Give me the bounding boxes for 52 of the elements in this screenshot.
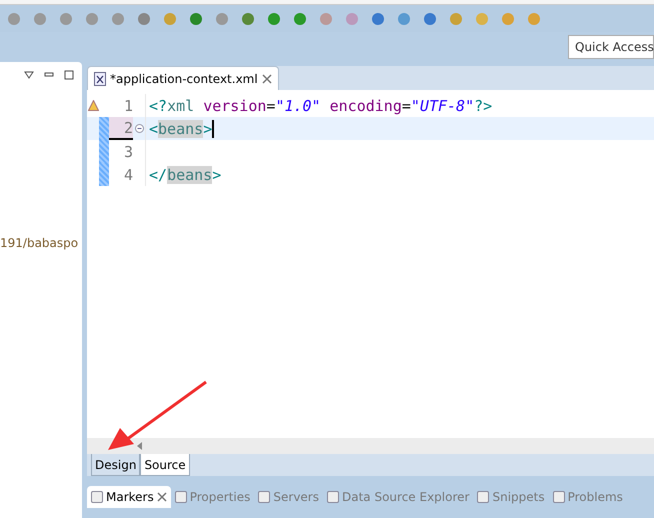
view-icon — [327, 491, 339, 503]
toolbar-icon[interactable] — [292, 10, 308, 26]
scroll-left-icon[interactable] — [137, 442, 143, 450]
fold-icon[interactable] — [134, 124, 144, 133]
toolbar-icon[interactable] — [344, 10, 360, 26]
toolbar-icon[interactable] — [58, 10, 74, 26]
toolbar-icon[interactable] — [214, 10, 230, 26]
toolbar-icon[interactable] — [448, 10, 464, 26]
toolbar-icon[interactable] — [266, 10, 282, 26]
editor-tab[interactable]: *application-context.xml — [87, 66, 279, 90]
close-icon[interactable] — [156, 492, 167, 502]
toolbar-icon[interactable] — [500, 10, 516, 26]
close-icon[interactable] — [262, 74, 272, 84]
view-icon — [552, 491, 565, 503]
toolbar-icon[interactable] — [318, 10, 334, 26]
code-text: <?xml version="1.0" encoding="UTF-8"?> — [148, 96, 492, 114]
line-number: 2 — [109, 117, 133, 140]
toolbar-icon[interactable] — [136, 10, 152, 26]
view-tab[interactable]: Markers — [87, 486, 171, 508]
line-number: 3 — [122, 142, 133, 162]
toolbar-icon[interactable] — [422, 10, 438, 26]
toolbar-icon[interactable] — [396, 10, 412, 26]
code-text: <beans> — [148, 120, 212, 138]
toolbar-icon[interactable] — [6, 10, 22, 26]
toolbar-icon[interactable] — [526, 10, 542, 26]
toolbar-icon[interactable] — [32, 10, 48, 26]
change-marker — [99, 163, 109, 186]
toolbar-icon[interactable] — [474, 10, 490, 26]
maximize-icon[interactable] — [64, 70, 74, 80]
toolbar-icon[interactable] — [110, 10, 126, 26]
tab-title: *application-context.xml — [110, 72, 258, 86]
view-icon — [91, 491, 103, 503]
toolbar-icon[interactable] — [370, 10, 386, 26]
line-number: 4 — [122, 164, 133, 186]
line-number: 1 — [122, 96, 133, 116]
toolbar-icon[interactable] — [162, 10, 178, 26]
xml-file-icon — [94, 72, 106, 86]
path-text: 191/babaspo — [0, 236, 78, 250]
view-icon — [174, 491, 187, 503]
view-menu-icon[interactable] — [24, 71, 34, 79]
quick-access-field[interactable]: Quick Access — [568, 35, 654, 59]
change-marker — [99, 117, 109, 140]
minimize-icon[interactable] — [44, 72, 54, 78]
view-icon — [477, 491, 490, 503]
change-marker — [99, 140, 109, 163]
toolbar-icon[interactable] — [188, 10, 204, 26]
mode-tab[interactable]: Source — [140, 454, 190, 476]
toolbar-icon[interactable] — [240, 10, 256, 26]
toolbar-icon[interactable] — [84, 10, 100, 26]
code-text: </beans> — [148, 166, 222, 184]
text-cursor — [212, 120, 214, 138]
view-icon — [258, 491, 270, 503]
